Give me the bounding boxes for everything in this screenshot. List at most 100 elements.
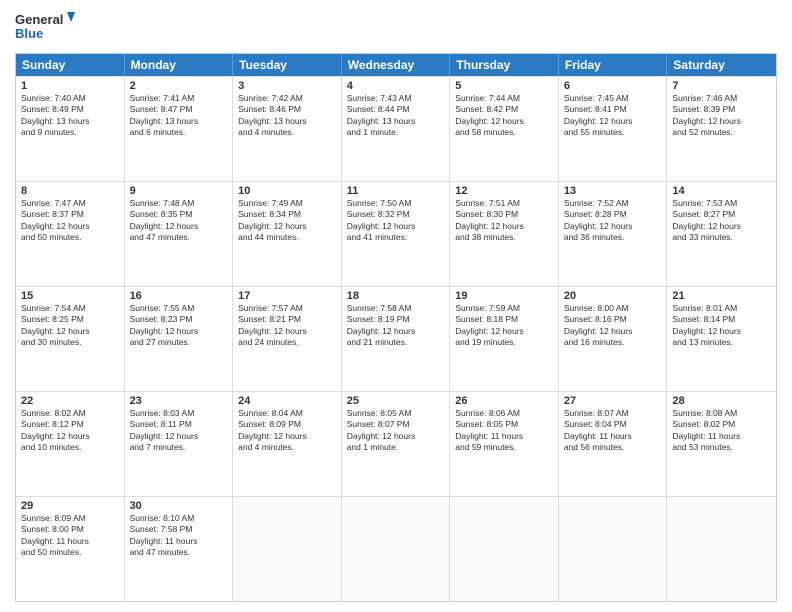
day-number: 11 [347,185,445,197]
day-info: Sunrise: 8:05 AM Sunset: 8:07 PM Dayligh… [347,408,445,454]
day-number: 28 [672,395,771,407]
day-number: 1 [21,80,119,92]
day-info: Sunrise: 7:57 AM Sunset: 8:21 PM Dayligh… [238,303,336,349]
header-day-thursday: Thursday [450,54,559,76]
logo: General Blue [15,10,75,45]
day-number: 29 [21,500,119,512]
day-cell-22: 22Sunrise: 8:02 AM Sunset: 8:12 PM Dayli… [16,392,125,496]
day-info: Sunrise: 7:46 AM Sunset: 8:39 PM Dayligh… [672,93,771,139]
day-cell-12: 12Sunrise: 7:51 AM Sunset: 8:30 PM Dayli… [450,182,559,286]
day-cell-26: 26Sunrise: 8:06 AM Sunset: 8:05 PM Dayli… [450,392,559,496]
empty-cell [667,497,776,601]
day-cell-2: 2Sunrise: 7:41 AM Sunset: 8:47 PM Daylig… [125,77,234,181]
day-cell-23: 23Sunrise: 8:03 AM Sunset: 8:11 PM Dayli… [125,392,234,496]
day-cell-21: 21Sunrise: 8:01 AM Sunset: 8:14 PM Dayli… [667,287,776,391]
calendar-header: SundayMondayTuesdayWednesdayThursdayFrid… [16,54,776,76]
day-info: Sunrise: 7:53 AM Sunset: 8:27 PM Dayligh… [672,198,771,244]
day-info: Sunrise: 7:59 AM Sunset: 8:18 PM Dayligh… [455,303,553,349]
day-cell-16: 16Sunrise: 7:55 AM Sunset: 8:23 PM Dayli… [125,287,234,391]
week-row-2: 8Sunrise: 7:47 AM Sunset: 8:37 PM Daylig… [16,181,776,286]
day-number: 30 [130,500,228,512]
day-info: Sunrise: 8:09 AM Sunset: 8:00 PM Dayligh… [21,513,119,559]
day-number: 8 [21,185,119,197]
day-info: Sunrise: 7:55 AM Sunset: 8:23 PM Dayligh… [130,303,228,349]
header: General Blue [15,10,777,45]
day-info: Sunrise: 7:51 AM Sunset: 8:30 PM Dayligh… [455,198,553,244]
day-number: 10 [238,185,336,197]
day-cell-7: 7Sunrise: 7:46 AM Sunset: 8:39 PM Daylig… [667,77,776,181]
day-number: 9 [130,185,228,197]
header-day-friday: Friday [559,54,668,76]
header-day-tuesday: Tuesday [233,54,342,76]
day-number: 2 [130,80,228,92]
day-number: 26 [455,395,553,407]
day-info: Sunrise: 8:10 AM Sunset: 7:58 PM Dayligh… [130,513,228,559]
week-row-4: 22Sunrise: 8:02 AM Sunset: 8:12 PM Dayli… [16,391,776,496]
day-info: Sunrise: 7:58 AM Sunset: 8:19 PM Dayligh… [347,303,445,349]
calendar: SundayMondayTuesdayWednesdayThursdayFrid… [15,53,777,602]
day-cell-3: 3Sunrise: 7:42 AM Sunset: 8:46 PM Daylig… [233,77,342,181]
day-number: 12 [455,185,553,197]
day-info: Sunrise: 8:07 AM Sunset: 8:04 PM Dayligh… [564,408,662,454]
day-info: Sunrise: 7:49 AM Sunset: 8:34 PM Dayligh… [238,198,336,244]
day-number: 21 [672,290,771,302]
day-cell-8: 8Sunrise: 7:47 AM Sunset: 8:37 PM Daylig… [16,182,125,286]
day-cell-13: 13Sunrise: 7:52 AM Sunset: 8:28 PM Dayli… [559,182,668,286]
day-info: Sunrise: 7:43 AM Sunset: 8:44 PM Dayligh… [347,93,445,139]
page: General Blue SundayMondayTuesdayWednesda… [0,0,792,612]
day-info: Sunrise: 8:00 AM Sunset: 8:16 PM Dayligh… [564,303,662,349]
header-day-monday: Monday [125,54,234,76]
day-number: 3 [238,80,336,92]
day-info: Sunrise: 8:06 AM Sunset: 8:05 PM Dayligh… [455,408,553,454]
day-number: 23 [130,395,228,407]
day-info: Sunrise: 7:45 AM Sunset: 8:41 PM Dayligh… [564,93,662,139]
day-cell-24: 24Sunrise: 8:04 AM Sunset: 8:09 PM Dayli… [233,392,342,496]
day-cell-19: 19Sunrise: 7:59 AM Sunset: 8:18 PM Dayli… [450,287,559,391]
day-number: 15 [21,290,119,302]
day-cell-27: 27Sunrise: 8:07 AM Sunset: 8:04 PM Dayli… [559,392,668,496]
day-number: 20 [564,290,662,302]
day-cell-30: 30Sunrise: 8:10 AM Sunset: 7:58 PM Dayli… [125,497,234,601]
day-info: Sunrise: 7:48 AM Sunset: 8:35 PM Dayligh… [130,198,228,244]
day-info: Sunrise: 7:40 AM Sunset: 8:49 PM Dayligh… [21,93,119,139]
day-number: 19 [455,290,553,302]
week-row-5: 29Sunrise: 8:09 AM Sunset: 8:00 PM Dayli… [16,496,776,601]
day-number: 6 [564,80,662,92]
day-cell-14: 14Sunrise: 7:53 AM Sunset: 8:27 PM Dayli… [667,182,776,286]
day-info: Sunrise: 7:52 AM Sunset: 8:28 PM Dayligh… [564,198,662,244]
day-number: 13 [564,185,662,197]
day-info: Sunrise: 8:03 AM Sunset: 8:11 PM Dayligh… [130,408,228,454]
logo-icon: General Blue [15,10,75,45]
svg-text:General: General [15,12,63,27]
day-number: 24 [238,395,336,407]
day-info: Sunrise: 8:08 AM Sunset: 8:02 PM Dayligh… [672,408,771,454]
day-cell-29: 29Sunrise: 8:09 AM Sunset: 8:00 PM Dayli… [16,497,125,601]
header-day-saturday: Saturday [667,54,776,76]
day-number: 7 [672,80,771,92]
week-row-3: 15Sunrise: 7:54 AM Sunset: 8:25 PM Dayli… [16,286,776,391]
header-day-sunday: Sunday [16,54,125,76]
header-day-wednesday: Wednesday [342,54,451,76]
day-number: 14 [672,185,771,197]
day-number: 27 [564,395,662,407]
day-cell-20: 20Sunrise: 8:00 AM Sunset: 8:16 PM Dayli… [559,287,668,391]
calendar-body: 1Sunrise: 7:40 AM Sunset: 8:49 PM Daylig… [16,76,776,601]
day-number: 22 [21,395,119,407]
day-info: Sunrise: 8:04 AM Sunset: 8:09 PM Dayligh… [238,408,336,454]
day-info: Sunrise: 7:44 AM Sunset: 8:42 PM Dayligh… [455,93,553,139]
day-cell-18: 18Sunrise: 7:58 AM Sunset: 8:19 PM Dayli… [342,287,451,391]
empty-cell [559,497,668,601]
day-number: 5 [455,80,553,92]
day-cell-28: 28Sunrise: 8:08 AM Sunset: 8:02 PM Dayli… [667,392,776,496]
day-cell-4: 4Sunrise: 7:43 AM Sunset: 8:44 PM Daylig… [342,77,451,181]
day-info: Sunrise: 7:54 AM Sunset: 8:25 PM Dayligh… [21,303,119,349]
day-cell-1: 1Sunrise: 7:40 AM Sunset: 8:49 PM Daylig… [16,77,125,181]
day-cell-15: 15Sunrise: 7:54 AM Sunset: 8:25 PM Dayli… [16,287,125,391]
day-cell-11: 11Sunrise: 7:50 AM Sunset: 8:32 PM Dayli… [342,182,451,286]
empty-cell [233,497,342,601]
empty-cell [450,497,559,601]
day-cell-5: 5Sunrise: 7:44 AM Sunset: 8:42 PM Daylig… [450,77,559,181]
day-cell-10: 10Sunrise: 7:49 AM Sunset: 8:34 PM Dayli… [233,182,342,286]
day-info: Sunrise: 7:50 AM Sunset: 8:32 PM Dayligh… [347,198,445,244]
day-info: Sunrise: 7:47 AM Sunset: 8:37 PM Dayligh… [21,198,119,244]
